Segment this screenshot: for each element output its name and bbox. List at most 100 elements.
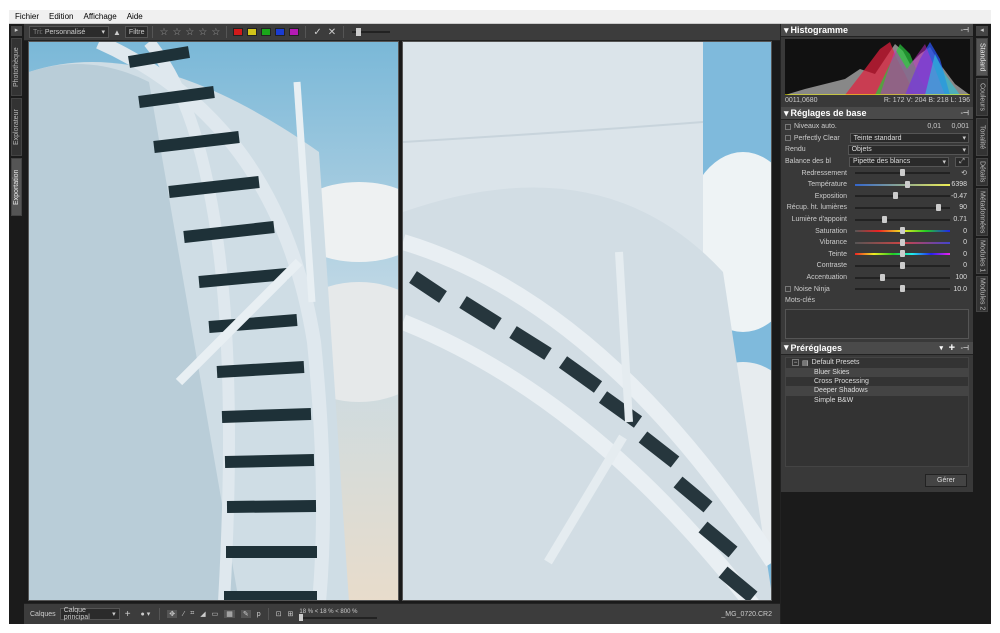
slider-track[interactable] [855,203,950,211]
slider-value[interactable]: 0 [963,251,967,258]
noise-ninja-slider[interactable] [855,285,950,293]
slider-track[interactable] [855,261,950,269]
presets-menu-icon[interactable]: ▾ [939,344,943,352]
rating-star-4[interactable]: ☆ [198,27,207,38]
display-icon[interactable]: ▭ [212,610,219,618]
menu-edition[interactable]: Edition [49,12,73,21]
slider-value[interactable]: 0.71 [953,216,967,223]
zoom-slider[interactable] [299,614,378,621]
rating-star-2[interactable]: ☆ [172,27,181,38]
photo-before[interactable] [28,41,399,601]
zoom-100-icon[interactable]: ⊞ [288,610,294,618]
tab-tonalite[interactable]: Tonalité [976,118,988,156]
tab-couleurs[interactable]: Couleurs [976,78,988,116]
pan-tool-icon[interactable]: ✥ [167,610,178,618]
menu-fichier[interactable]: Fichier [15,12,39,21]
eraser-tool-icon[interactable]: ◢ [200,610,205,618]
tab-metadonnees[interactable]: Métadonnées [976,188,988,236]
collapse-right-icon[interactable]: ◂ [976,26,988,36]
color-label-yellow[interactable] [247,28,258,36]
rotate-icon[interactable]: ⟲ [961,169,967,177]
rating-star-3[interactable]: ☆ [185,27,194,38]
photo-after[interactable] [402,41,772,601]
collapse-icon[interactable]: − [792,359,799,366]
eyedropper-tool-icon[interactable]: ⁄ [183,611,184,618]
tab-modules-1[interactable]: Modules 1 [976,238,988,274]
slider-thumb[interactable] [904,180,910,188]
reject-icon[interactable]: ✕ [328,27,336,38]
slider-value[interactable]: 6398 [951,181,967,188]
pin-icon[interactable]: -⊣ [961,26,969,34]
slider-thumb[interactable] [356,28,362,36]
slider-track[interactable] [855,238,950,246]
rating-star-1[interactable]: ☆ [159,27,168,38]
manage-button[interactable]: Gérer [925,474,967,487]
slider-thumb[interactable] [299,614,304,621]
slider-thumb[interactable] [900,169,905,177]
slider-value[interactable]: 0 [963,262,967,269]
render-dropdown[interactable]: Objets [847,144,969,155]
rating-star-5[interactable]: ☆ [211,27,220,38]
perfectly-clear-dropdown[interactable]: Teinte standard [849,133,969,144]
compare-view-icon[interactable]: ▦ [224,610,235,618]
color-label-green[interactable] [261,28,272,36]
slider-track[interactable] [855,192,950,200]
layer-dropdown[interactable]: Calque principal ▾ [59,607,120,621]
slider-thumb[interactable] [900,261,905,269]
noise-ninja-checkbox[interactable] [785,286,791,293]
slider-track[interactable] [855,215,950,223]
slider-thumb[interactable] [900,238,905,246]
slider-thumb[interactable] [882,215,887,223]
menu-affichage[interactable]: Affichage [83,12,116,21]
auto-levels-value-1[interactable]: 0,01 [927,123,941,130]
tab-phototheque[interactable]: Photothèque [11,38,22,96]
sort-dropdown[interactable]: Tri: Personnalisé ▾ [29,26,109,38]
preset-item[interactable]: Deeper Shadows [786,386,968,396]
auto-levels-checkbox[interactable] [785,123,791,130]
slider-track[interactable] [855,169,950,177]
zoom-fit-icon[interactable]: ⊡ [276,610,282,618]
preset-item[interactable]: Bluer Skies [786,367,968,377]
add-layer-icon[interactable]: + [125,609,131,620]
slider-value[interactable]: -0.47 [951,193,967,200]
tab-modules-2[interactable]: Modules 2 [976,276,988,312]
color-label-purple[interactable] [289,28,300,36]
filter-button[interactable]: Filtre [124,26,149,38]
layer-options-icon[interactable]: ● ▾ [141,610,151,618]
tab-details[interactable]: Détails [976,158,988,186]
slider-thumb[interactable] [880,273,886,281]
slider-value[interactable]: 0 [963,228,967,235]
tab-explorateur[interactable]: Explorateur [11,98,22,156]
add-preset-icon[interactable]: + [949,342,955,354]
slider-value[interactable]: 0 [963,239,967,246]
slider-track[interactable] [855,250,950,258]
eyedropper-icon[interactable]: ⤢ [955,156,969,167]
slider-thumb[interactable] [892,192,898,200]
white-balance-dropdown[interactable]: Pipette des blancs [849,156,949,167]
slider-thumb[interactable] [900,285,905,293]
perfectly-clear-checkbox[interactable] [785,135,791,142]
brush-icon[interactable]: ✎ [240,610,251,618]
auto-levels-value-2[interactable]: 0,001 [951,123,969,130]
menu-aide[interactable]: Aide [127,12,143,21]
basic-settings-header[interactable]: ▾ Réglages de base -⊣ [781,107,973,120]
color-label-blue[interactable] [275,28,286,36]
slider-thumb[interactable] [936,203,941,211]
preset-item[interactable]: Cross Processing [786,377,968,386]
keywords-field[interactable] [785,308,969,339]
preset-folder[interactable]: − ▤ Default Presets [786,358,968,368]
slider-track[interactable] [855,227,950,235]
color-label-red[interactable] [233,28,244,36]
histogram-header[interactable]: ▾ Histogramme -⊣ [781,24,973,37]
thumbnail-size-slider[interactable] [352,28,391,36]
tab-exportation[interactable]: Exportation [11,158,22,216]
presets-header[interactable]: ▾ Préréglages ▾ + -⊣ [781,341,973,355]
preset-item[interactable]: Simple B&W [786,396,968,405]
slider-thumb[interactable] [900,227,905,235]
crop-tool-icon[interactable]: ⌗ [190,610,194,618]
slider-value[interactable]: 100 [955,274,967,281]
slider-track[interactable] [855,180,950,188]
pin-icon[interactable]: -⊣ [961,344,969,352]
tab-standard[interactable]: Standard [976,38,988,76]
slider-thumb[interactable] [900,250,905,258]
